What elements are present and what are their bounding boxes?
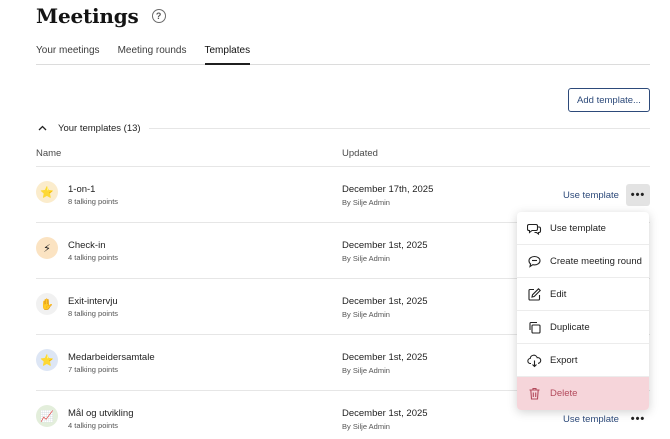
menu-item-duplicate[interactable]: Duplicate	[517, 311, 649, 344]
talking-points-count: 8 talking points	[68, 197, 119, 206]
add-template-button[interactable]: Add template...	[568, 88, 650, 112]
use-template-link[interactable]: Use template	[563, 414, 619, 425]
template-name[interactable]: Mål og utvikling	[68, 408, 133, 419]
tab-templates[interactable]: Templates	[204, 40, 251, 65]
updated-date: December 1st, 2025	[342, 408, 428, 419]
templates-group-header[interactable]: Your templates (13)	[36, 120, 650, 136]
menu-item-label: Export	[550, 354, 578, 366]
menu-item-use-template[interactable]: Use template	[517, 212, 649, 245]
star-icon: ⭐	[36, 181, 58, 203]
updated-by: By Silje Admin	[342, 366, 390, 375]
page-title: Meetings	[36, 4, 139, 28]
chat-bubbles-icon	[527, 221, 542, 236]
divider	[148, 127, 650, 129]
talking-points-count: 7 talking points	[68, 365, 119, 374]
use-template-link[interactable]: Use template	[563, 190, 619, 201]
menu-item-delete[interactable]: Delete	[517, 377, 649, 410]
updated-date: December 1st, 2025	[342, 296, 428, 307]
tab-your-meetings[interactable]: Your meetings	[36, 40, 100, 65]
trash-icon	[527, 386, 542, 401]
star-icon: ⭐	[36, 349, 58, 371]
page-header: Meetings ?	[36, 4, 166, 28]
talking-points-count: 4 talking points	[68, 421, 119, 430]
tab-meeting-rounds[interactable]: Meeting rounds	[118, 40, 187, 65]
template-name[interactable]: Medarbeidersamtale	[68, 352, 155, 363]
menu-item-label: Duplicate	[550, 321, 590, 333]
updated-date: December 17th, 2025	[342, 184, 434, 195]
wave-icon: ✋	[36, 293, 58, 315]
template-name[interactable]: Exit-intervju	[68, 296, 118, 307]
templates-group-label: Your templates (13)	[58, 122, 141, 134]
updated-date: December 1st, 2025	[342, 352, 428, 363]
menu-item-label: Create meeting round	[550, 255, 642, 267]
menu-item-label: Delete	[550, 388, 578, 399]
duplicate-icon	[527, 320, 542, 335]
updated-by: By Silje Admin	[342, 422, 390, 431]
chevron-up-icon[interactable]	[36, 122, 48, 134]
help-icon[interactable]: ?	[151, 9, 166, 23]
tab-bar: Your meetings Meeting rounds Templates	[36, 40, 650, 65]
talking-points-count: 8 talking points	[68, 309, 119, 318]
template-name[interactable]: Check-in	[68, 240, 106, 251]
updated-by: By Silje Admin	[342, 254, 390, 263]
lightning-icon: ⚡	[36, 237, 58, 259]
export-icon	[527, 353, 542, 368]
more-options-icon[interactable]: •••	[626, 184, 650, 206]
edit-icon	[527, 287, 542, 302]
menu-item-label: Edit	[550, 288, 567, 300]
more-options-icon[interactable]: •••	[626, 408, 650, 430]
menu-item-edit[interactable]: Edit	[517, 278, 649, 311]
column-header-name: Name	[36, 148, 62, 159]
updated-by: By Silje Admin	[342, 310, 390, 319]
menu-item-export[interactable]: Export	[517, 344, 649, 377]
menu-item-create-meeting-round[interactable]: Create meeting round	[517, 245, 649, 278]
updated-by: By Silje Admin	[342, 198, 390, 207]
menu-item-label: Use template	[550, 222, 606, 234]
updated-date: December 1st, 2025	[342, 240, 428, 251]
talking-points-count: 4 talking points	[68, 253, 119, 262]
template-actions-menu: Use template Create meeting round Edit D…	[517, 212, 649, 410]
column-header-updated: Updated	[342, 148, 378, 159]
chart-icon: 📈	[36, 405, 58, 427]
chat-round-icon	[527, 254, 542, 269]
template-name[interactable]: 1-on-1	[68, 184, 95, 195]
